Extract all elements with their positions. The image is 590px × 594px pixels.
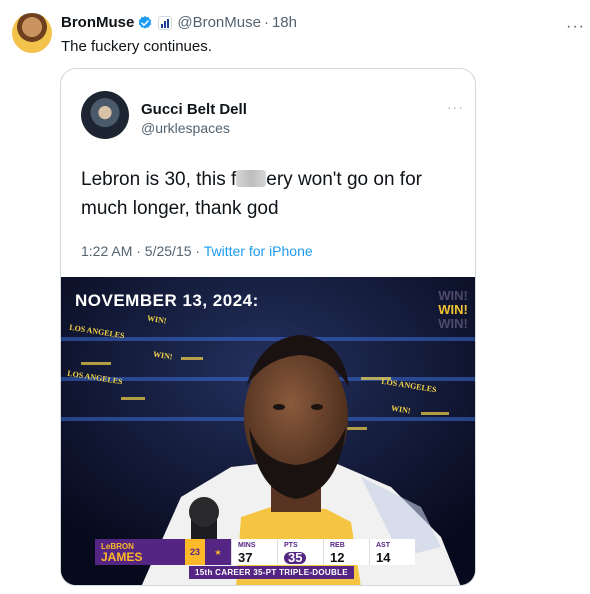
- quoted-tweet-text: Lebron is 30, this f ery won't go on for …: [81, 165, 461, 223]
- quoted-source-link[interactable]: Twitter for iPhone: [204, 243, 313, 259]
- author-avatar[interactable]: [12, 13, 52, 53]
- tweet[interactable]: BronMuse @BronMuse · 18h ··· The fuckery…: [0, 0, 590, 594]
- quoted-author-handle[interactable]: @urklespaces: [141, 120, 230, 136]
- stat-reb: REB 12: [323, 539, 369, 565]
- quoted-tweet-meta: 1:22 AM · 5/25/15 · Twitter for iPhone: [81, 243, 313, 259]
- stat-mins: MINS 37: [231, 539, 277, 565]
- separator-dot: ·: [263, 14, 269, 31]
- quoted-text-before: Lebron is 30, this f: [81, 169, 237, 190]
- author-name[interactable]: BronMuse: [61, 14, 134, 31]
- stat-pts: PTS 35: [277, 539, 323, 565]
- quoted-timestamp: 1:22 AM · 5/25/15 ·: [81, 243, 201, 259]
- player-last-name: JAMES: [101, 550, 143, 564]
- author-handle[interactable]: @BronMuse: [177, 14, 261, 31]
- post-time[interactable]: 18h: [272, 14, 297, 31]
- censored-word-blur: [236, 170, 267, 187]
- lakers-logo-icon: ★: [205, 539, 231, 565]
- quoted-author-avatar[interactable]: [81, 91, 129, 139]
- tweet-text: The fuckery continues.: [61, 38, 212, 55]
- triple-double-caption: 15th CAREER 35-PT TRIPLE-DOUBLE: [189, 566, 354, 579]
- tweet-header: BronMuse @BronMuse · 18h: [61, 14, 297, 31]
- stat-value: 35: [284, 551, 307, 564]
- win-text: WIN!: [438, 302, 468, 317]
- more-icon[interactable]: ···: [566, 18, 585, 36]
- verified-badge-icon: [139, 15, 152, 29]
- win-graphic: WIN! WIN! WIN!: [429, 288, 475, 331]
- date-banner: NOVEMBER 13, 2024:: [75, 291, 259, 310]
- player-number: 23: [185, 539, 205, 565]
- stat-ast: AST 14: [369, 539, 415, 565]
- quoted-more-icon: ···: [447, 99, 464, 115]
- quoted-tweet[interactable]: Gucci Belt Dell @urklespaces ··· Lebron …: [60, 68, 476, 586]
- win-text-ghost: WIN!: [438, 288, 468, 303]
- stat-value: 14: [376, 550, 391, 565]
- quoted-author-name[interactable]: Gucci Belt Dell: [141, 101, 247, 118]
- win-text-ghost: WIN!: [438, 316, 468, 331]
- stat-value: 37: [238, 550, 253, 565]
- player-name-box: LeBRON JAMES: [95, 539, 185, 565]
- tweet-image[interactable]: NOVEMBER 13, 2024: WIN! WIN! WIN! LOS AN…: [61, 277, 475, 585]
- affiliate-badge-icon: [158, 15, 173, 30]
- stat-scorebar: LeBRON JAMES 23 ★ MINS 37 PTS 35 REB 12: [95, 539, 415, 565]
- stat-value: 12: [330, 550, 345, 565]
